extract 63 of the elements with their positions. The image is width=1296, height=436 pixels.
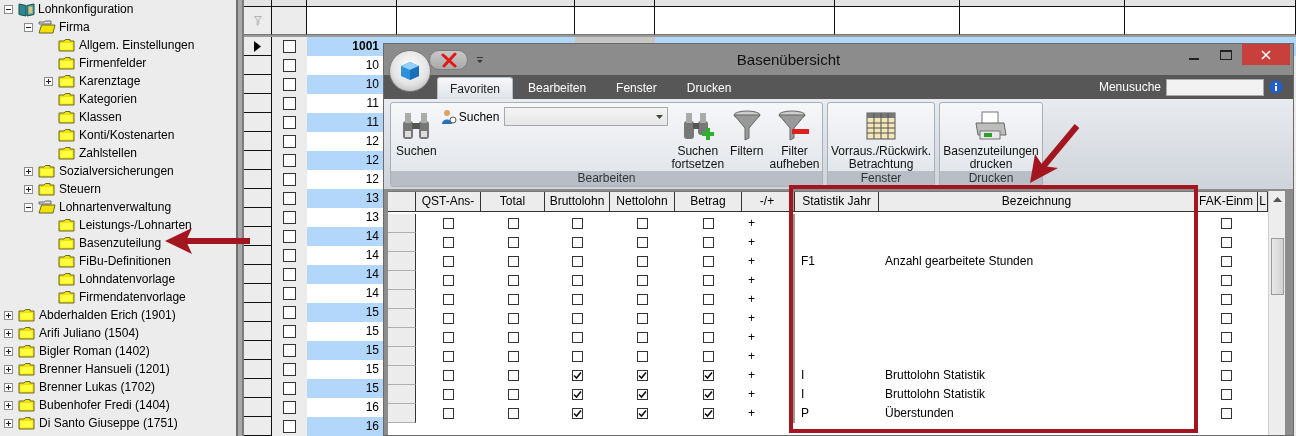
- ribbon-button[interactable]: Filtern: [727, 105, 767, 171]
- group-label: Bearbeiten: [391, 171, 822, 186]
- tree-item[interactable]: Karenztage: [79, 73, 141, 89]
- ribbon-tab[interactable]: Bearbeiten: [513, 77, 602, 99]
- tree-item[interactable]: Arifi Juliano (1504): [39, 325, 140, 341]
- column-header[interactable]: FAK-Einm: [1195, 192, 1258, 212]
- tree-item[interactable]: Sozialversicherungen: [59, 163, 174, 179]
- column-header[interactable]: QST-Ans-: [416, 192, 481, 212]
- search-button[interactable]: Suchen: [439, 107, 501, 126]
- table-cell-text: P: [800, 405, 810, 422]
- tree-item[interactable]: Bigler Roman (1402): [39, 343, 150, 359]
- tree-item[interactable]: Bubenhofer Fredi (1404): [39, 397, 170, 413]
- tree-item[interactable]: Lohnartenverwaltung: [59, 199, 172, 215]
- table-cell-text: +: [747, 234, 756, 251]
- table-cell-text: +: [747, 367, 756, 384]
- tree-item[interactable]: Steuern: [59, 181, 102, 197]
- table-cell-text: +: [747, 310, 756, 327]
- tree-item[interactable]: Lohnkonfiguration: [38, 1, 134, 17]
- table-cell-text: Bruttolohn Statistik: [884, 367, 987, 384]
- ribbon-tab[interactable]: Fenster: [601, 77, 672, 99]
- table-cell-text: +: [747, 386, 756, 403]
- window-title: Basenübersicht: [735, 51, 842, 68]
- ribbon-button[interactable]: Suchen fortsetzen: [668, 105, 728, 171]
- tree-item[interactable]: Lohndatenvorlage: [79, 271, 176, 287]
- ribbon-tab[interactable]: Favoriten: [437, 77, 514, 99]
- table-cell-text: Anzahl gearbeitete Stunden: [884, 253, 1035, 270]
- ribbon-button[interactable]: Filter aufheben: [766, 105, 822, 171]
- table-cell-text: +: [747, 405, 756, 422]
- table-cell-text: +: [747, 329, 756, 346]
- table-cell-text: +: [747, 253, 756, 270]
- table-cell-text: +: [747, 215, 756, 232]
- table-cell-text: I: [800, 386, 806, 403]
- column-header[interactable]: Total: [481, 192, 545, 212]
- tree-item[interactable]: Di Santo Giuseppe (1751): [39, 415, 178, 431]
- tree-item[interactable]: Brenner Lukas (1702): [39, 379, 156, 395]
- tree-item[interactable]: Abderhalden Erich (1901): [39, 307, 176, 323]
- table-cell-text: +: [747, 272, 756, 289]
- tree-item[interactable]: Leistungs-/Lohnarten: [79, 217, 192, 233]
- tree-item[interactable]: Firmendatenvorlage: [79, 289, 186, 305]
- tree-item[interactable]: Klassen: [79, 109, 122, 125]
- tree-item[interactable]: Firma: [59, 19, 90, 35]
- table-cell-text: F1: [800, 253, 816, 270]
- tree-item[interactable]: Allgem. Einstellungen: [79, 37, 195, 53]
- tree-item[interactable]: Basenzuteilung: [79, 235, 162, 251]
- column-header[interactable]: Statistik Jahr: [795, 192, 879, 212]
- tree-item[interactable]: FiBu-Definitionen: [79, 253, 172, 269]
- table-cell-text: I: [800, 367, 806, 384]
- ribbon-tab[interactable]: Drucken: [671, 77, 747, 99]
- tree-item[interactable]: Brenner Hansueli (1201): [39, 361, 170, 377]
- column-header[interactable]: Betrag: [675, 192, 742, 212]
- column-header[interactable]: Bezeichnung: [879, 192, 1195, 212]
- search-label: Menusuche: [1098, 80, 1161, 94]
- ribbon-button[interactable]: Vorraus./Rückwirk. Betrachtung: [828, 105, 934, 171]
- table-cell-text: +: [747, 291, 756, 308]
- table-cell-text: Überstunden: [884, 405, 955, 422]
- column-header[interactable]: Bruttolohn: [545, 192, 610, 212]
- tree-item[interactable]: Zahlstellen: [79, 145, 138, 161]
- tree-item[interactable]: Konti/Kostenarten: [79, 127, 175, 143]
- tree-item[interactable]: Firmenfelder: [79, 55, 147, 71]
- table-cell-text: Bruttolohn Statistik: [884, 386, 987, 403]
- tree-item[interactable]: Kategorien: [79, 91, 138, 107]
- column-header[interactable]: Nettolohn: [610, 192, 675, 212]
- table-cell-text: +: [747, 348, 756, 365]
